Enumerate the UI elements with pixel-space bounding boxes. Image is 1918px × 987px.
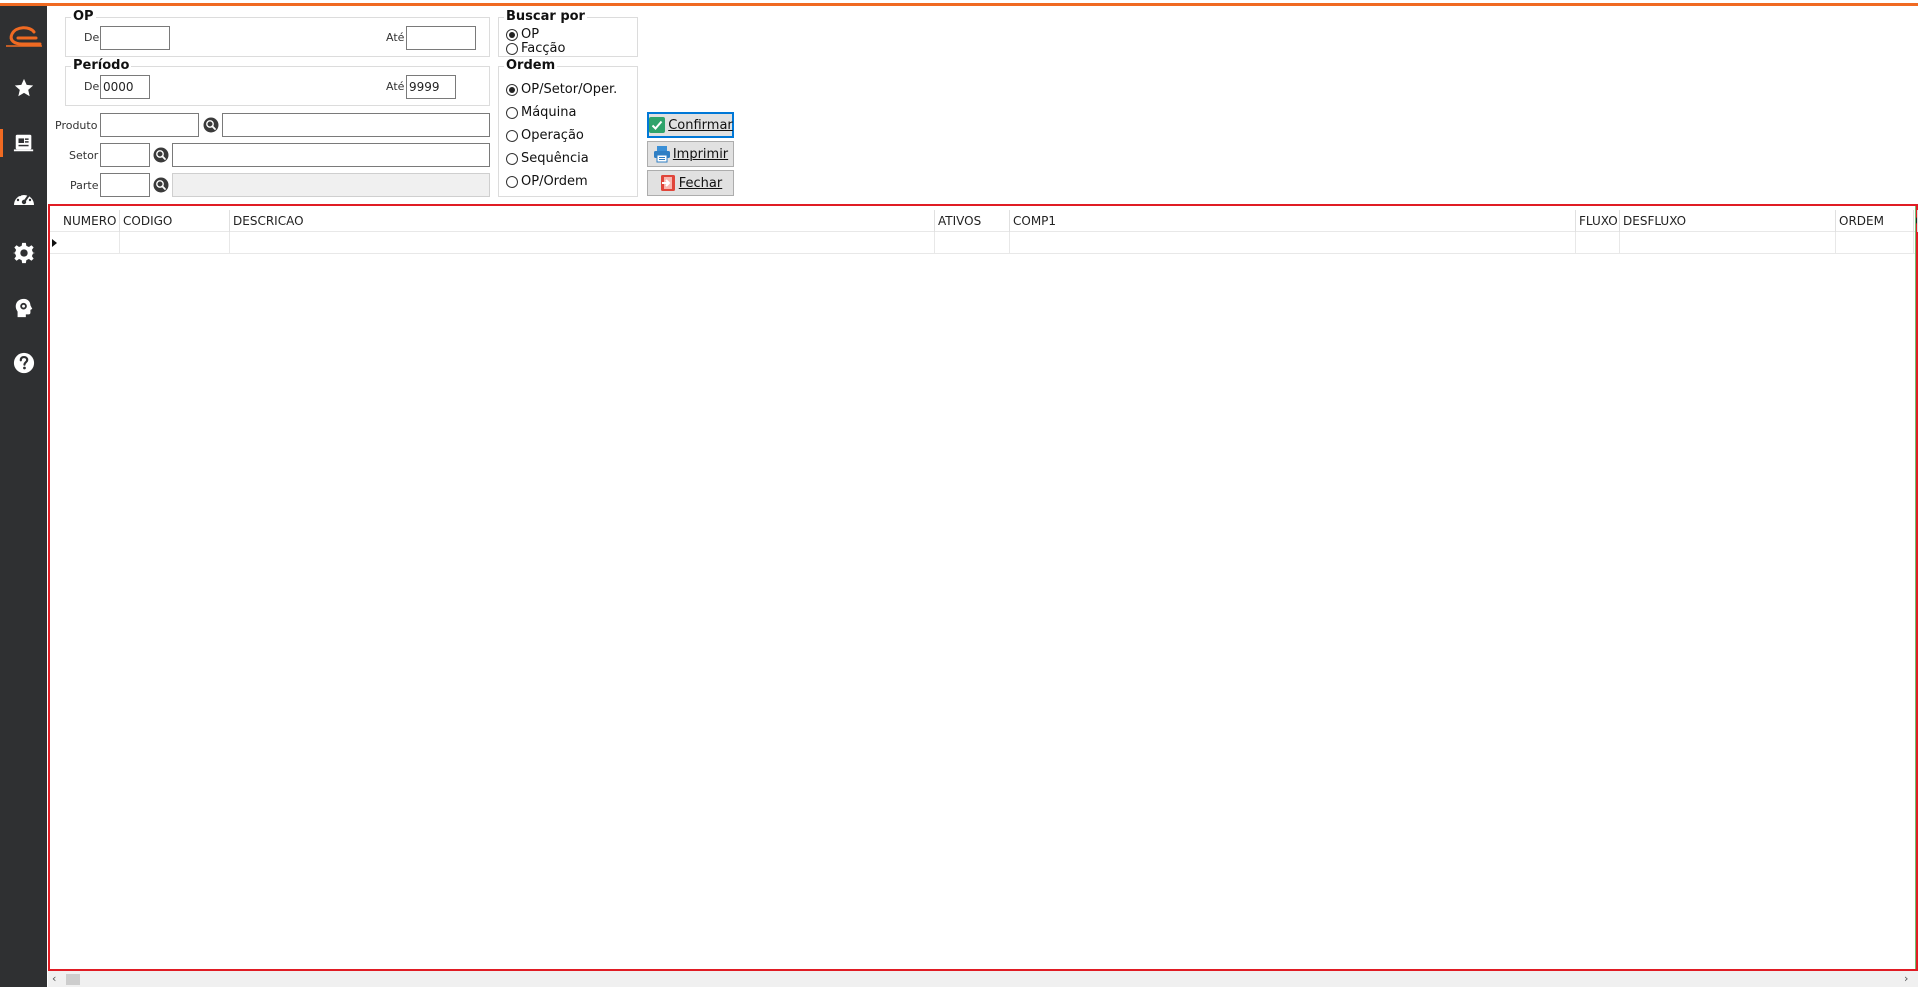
op-ate-input[interactable] <box>406 26 476 50</box>
scroll-right-icon[interactable]: › <box>1904 973 1914 984</box>
buscar-por-faccao-radio[interactable]: Facção <box>506 41 565 56</box>
sidebar-item-favorites[interactable] <box>0 68 47 108</box>
table-cell[interactable] <box>60 232 120 254</box>
sidebar <box>0 6 47 987</box>
op-de-input[interactable] <box>100 26 170 50</box>
column-header-numero[interactable]: NUMERO <box>60 210 120 232</box>
op-group-title: OP <box>71 9 96 24</box>
table-cell[interactable] <box>1010 232 1576 254</box>
sidebar-item-help[interactable] <box>0 343 47 383</box>
confirmar-button[interactable]: Confirmar <box>647 112 734 138</box>
table-cell[interactable] <box>935 232 1010 254</box>
sidebar-item-settings[interactable] <box>0 233 47 273</box>
column-header-codigo[interactable]: CODIGO <box>120 210 230 232</box>
top-accent-line <box>0 3 1918 6</box>
imprimir-button[interactable]: Imprimir <box>647 141 734 167</box>
op-ate-label: Até <box>386 31 405 44</box>
radio-selected <box>506 28 518 41</box>
app-logo-icon[interactable] <box>4 20 44 52</box>
table-cell[interactable] <box>120 232 230 254</box>
radio-unselected <box>506 152 518 165</box>
produto-desc-input[interactable] <box>222 113 490 137</box>
fechar-button[interactable]: Fechar <box>647 170 734 196</box>
periodo-de-label: De <box>84 80 100 93</box>
table-cell[interactable] <box>230 232 935 254</box>
table-cell[interactable] <box>1620 232 1836 254</box>
ordem-operacao-radio[interactable]: Operação <box>506 128 584 143</box>
column-header-ordem[interactable]: ORDEM <box>1836 210 1914 232</box>
periodo-de-input[interactable] <box>100 75 150 99</box>
parte-label: Parte <box>70 179 99 192</box>
setor-label: Setor <box>69 149 99 162</box>
produto-label: Produto <box>55 119 98 132</box>
periodo-ate-label: Até <box>386 80 405 93</box>
star-icon <box>14 78 33 97</box>
confirmar-label: Confirmar <box>668 117 733 133</box>
table-cell[interactable] <box>1836 232 1914 254</box>
sidebar-item-ai[interactable] <box>0 288 47 328</box>
help-icon <box>13 352 34 374</box>
document-icon <box>13 134 33 152</box>
table-row[interactable] <box>50 232 1916 254</box>
radio-unselected <box>506 175 518 188</box>
ordem-op-setor-oper-radio[interactable]: OP/Setor/Oper. <box>506 82 617 97</box>
current-row-indicator-icon <box>52 239 57 247</box>
fechar-label: Fechar <box>678 175 723 191</box>
column-header-desfluxo[interactable]: DESFLUXO <box>1620 210 1836 232</box>
ordem-maquina-radio[interactable]: Máquina <box>506 105 577 120</box>
column-header-comp1[interactable]: COMP1 <box>1010 210 1576 232</box>
buscar-por-op-radio[interactable]: OP <box>506 27 539 42</box>
results-grid[interactable]: NUMERO CODIGO DESCRICAO ATIVOS COMP1 FLU… <box>48 204 1918 971</box>
speedometer-icon <box>13 191 34 205</box>
column-header-descricao[interactable]: DESCRICAO <box>230 210 935 232</box>
ordem-title: Ordem <box>504 58 558 73</box>
column-header-fluxo[interactable]: FLUXO <box>1576 210 1620 232</box>
radio-unselected <box>506 42 518 55</box>
sidebar-item-documents[interactable] <box>0 123 47 163</box>
radio-unselected <box>506 106 518 119</box>
app-window: OP De Até Período De Até Produto Setor P… <box>0 0 1918 987</box>
check-icon <box>649 117 666 133</box>
search-icon[interactable] <box>203 117 219 133</box>
parte-code-input[interactable] <box>100 173 150 197</box>
search-icon[interactable] <box>153 177 169 193</box>
scroll-thumb[interactable] <box>66 974 80 985</box>
parte-desc-input <box>172 173 490 197</box>
printer-icon <box>653 146 670 163</box>
scroll-left-icon[interactable]: ‹ <box>52 973 62 984</box>
sidebar-item-dashboard[interactable] <box>0 178 47 218</box>
exit-icon <box>660 175 675 191</box>
grid-edge-line <box>1915 206 1916 969</box>
ordem-op-ordem-radio[interactable]: OP/Ordem <box>506 174 588 189</box>
radio-unselected <box>506 129 518 142</box>
ordem-sequencia-radio[interactable]: Sequência <box>506 151 589 166</box>
gear-icon <box>12 242 35 264</box>
column-header-ativos[interactable]: ATIVOS <box>935 210 1010 232</box>
buscar-por-title: Buscar por <box>504 9 587 24</box>
search-icon[interactable] <box>153 147 169 163</box>
produto-code-input[interactable] <box>100 113 199 137</box>
table-cell[interactable] <box>1576 232 1620 254</box>
periodo-group-title: Período <box>71 58 132 73</box>
radio-selected <box>506 83 518 96</box>
grid-header: NUMERO CODIGO DESCRICAO ATIVOS COMP1 FLU… <box>50 210 1918 232</box>
setor-code-input[interactable] <box>100 143 150 167</box>
op-de-label: De <box>84 31 100 44</box>
periodo-ate-input[interactable] <box>406 75 456 99</box>
imprimir-label: Imprimir <box>672 146 729 162</box>
horizontal-scrollbar[interactable]: ‹ › <box>48 971 1918 987</box>
head-gear-icon <box>15 298 32 318</box>
setor-desc-input[interactable] <box>172 143 490 167</box>
